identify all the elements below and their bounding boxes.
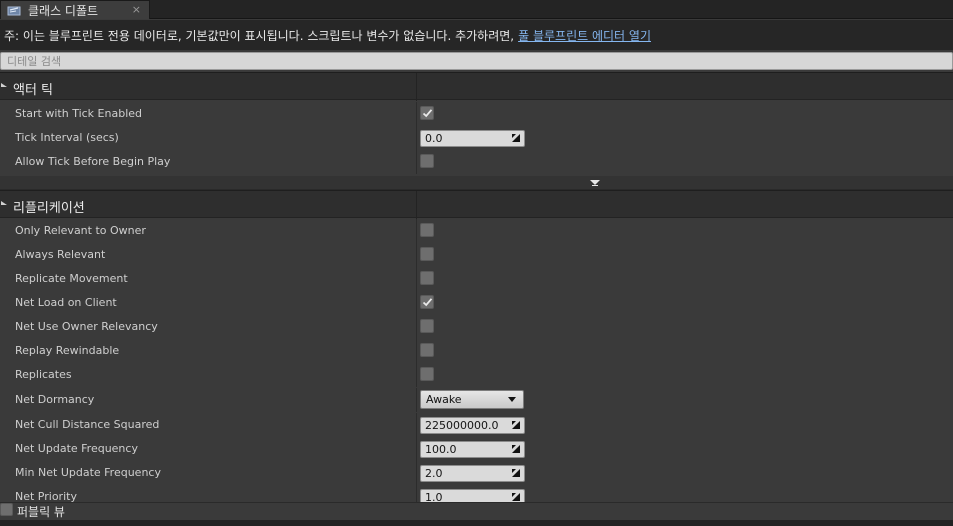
- always-relevant-checkbox[interactable]: [420, 247, 434, 261]
- blueprint-class-icon: [7, 6, 21, 15]
- property-row-replicates: Replicates: [0, 363, 953, 387]
- column-divider: [416, 388, 417, 412]
- replicate-movement-checkbox[interactable]: [420, 271, 434, 285]
- expand-advanced-icon[interactable]: [590, 179, 600, 187]
- property-row-tick-interval: Tick Interval (secs) 0.0: [0, 126, 953, 150]
- search-bar: [0, 51, 953, 71]
- bottom-bar: [0, 520, 953, 526]
- dropdown-selected-value: Awake: [426, 393, 462, 406]
- property-label: Replicates: [15, 368, 72, 381]
- notice-text: 주: 이는 블루프린트 전용 데이터로, 기본값만이 표시됩니다. 스크립트나 …: [4, 28, 515, 43]
- property-row-only-relevant-to-owner: Only Relevant to Owner: [0, 219, 953, 243]
- checkmark-icon: [422, 109, 432, 118]
- property-row-net-update-frequency: Net Update Frequency 100.0: [0, 437, 953, 461]
- drag-handle-icon[interactable]: [512, 134, 520, 142]
- min-net-update-frequency-input[interactable]: 2.0: [420, 465, 525, 482]
- checkmark-icon: [422, 298, 432, 307]
- chevron-down-icon: [508, 397, 516, 402]
- property-label: Min Net Update Frequency: [15, 466, 161, 479]
- expand-arrow-icon[interactable]: [1, 201, 7, 205]
- property-row-replicate-movement: Replicate Movement: [0, 267, 953, 291]
- column-divider: [416, 363, 417, 387]
- net-dormancy-dropdown[interactable]: Awake: [420, 390, 524, 409]
- property-label: Net Dormancy: [15, 393, 95, 406]
- drag-handle-icon[interactable]: [512, 421, 520, 429]
- input-value: 0.0: [425, 132, 443, 145]
- property-label: Replicate Movement: [15, 272, 128, 285]
- input-value: 1.0: [425, 491, 443, 502]
- column-divider: [416, 485, 417, 502]
- advanced-properties-toggle[interactable]: [0, 176, 953, 190]
- property-label: Replay Rewindable: [15, 344, 120, 357]
- property-label: Allow Tick Before Begin Play: [15, 155, 171, 168]
- column-divider: [416, 461, 417, 485]
- public-view-checkbox[interactable]: [0, 503, 13, 516]
- column-divider: [416, 126, 417, 150]
- column-divider: [416, 339, 417, 363]
- close-icon[interactable]: ×: [132, 3, 141, 16]
- allow-tick-before-begin-play-checkbox[interactable]: [420, 154, 434, 168]
- property-row-replay-rewindable: Replay Rewindable: [0, 339, 953, 363]
- drag-handle-icon[interactable]: [512, 493, 520, 501]
- column-divider: [416, 191, 417, 219]
- column-divider: [416, 267, 417, 291]
- column-divider: [416, 291, 417, 315]
- input-value: 225000000.0: [425, 419, 499, 432]
- column-divider: [416, 437, 417, 461]
- open-full-blueprint-editor-link[interactable]: 풀 블루프린트 에디터 열기: [518, 27, 651, 44]
- property-row-always-relevant: Always Relevant: [0, 243, 953, 267]
- category-actor-tick[interactable]: 액터 틱: [0, 72, 953, 101]
- title-bar: 클래스 디폴트 ×: [0, 0, 953, 19]
- property-row-net-use-owner-relevancy: Net Use Owner Relevancy: [0, 315, 953, 339]
- column-divider: [416, 102, 417, 126]
- tab-class-defaults[interactable]: 클래스 디폴트 ×: [0, 0, 150, 19]
- net-use-owner-relevancy-checkbox[interactable]: [420, 319, 434, 333]
- input-value: 2.0: [425, 467, 443, 480]
- category-replication[interactable]: 리플리케이션: [0, 190, 953, 219]
- property-label: Only Relevant to Owner: [15, 224, 146, 237]
- property-label: Net Update Frequency: [15, 442, 138, 455]
- column-divider: [416, 150, 417, 174]
- search-input[interactable]: [0, 52, 953, 70]
- property-label: Net Priority: [15, 490, 77, 502]
- column-divider: [416, 315, 417, 339]
- property-row-net-cull-distance-squared: Net Cull Distance Squared 225000000.0: [0, 413, 953, 437]
- property-row-net-priority: Net Priority 1.0: [0, 485, 953, 502]
- tab-title: 클래스 디폴트: [28, 3, 99, 18]
- property-row-net-load-on-client: Net Load on Client: [0, 291, 953, 315]
- property-row-min-net-update-frequency: Min Net Update Frequency 2.0: [0, 461, 953, 485]
- input-value: 100.0: [425, 443, 457, 456]
- category-title: 리플리케이션: [13, 201, 85, 216]
- expand-arrow-icon[interactable]: [1, 83, 7, 87]
- column-divider: [416, 243, 417, 267]
- only-relevant-to-owner-checkbox[interactable]: [420, 223, 434, 237]
- property-row-start-with-tick-enabled: Start with Tick Enabled: [0, 102, 953, 126]
- blueprint-data-only-notice: 주: 이는 블루프린트 전용 데이터로, 기본값만이 표시됩니다. 스크립트나 …: [0, 20, 953, 50]
- net-update-frequency-input[interactable]: 100.0: [420, 441, 525, 458]
- property-label: Net Use Owner Relevancy: [15, 320, 158, 333]
- drag-handle-icon[interactable]: [512, 445, 520, 453]
- replicates-checkbox[interactable]: [420, 367, 434, 381]
- tick-interval-input[interactable]: 0.0: [420, 130, 525, 147]
- property-row-net-dormancy: Net Dormancy Awake: [0, 388, 953, 412]
- drag-handle-icon[interactable]: [512, 469, 520, 477]
- property-label: Net Cull Distance Squared: [15, 418, 160, 431]
- net-cull-distance-squared-input[interactable]: 225000000.0: [420, 417, 525, 434]
- details-footer: 퍼블릭 뷰: [0, 502, 953, 526]
- net-priority-input[interactable]: 1.0: [420, 489, 525, 502]
- property-row-allow-tick-before-begin-play: Allow Tick Before Begin Play: [0, 150, 953, 174]
- property-label: Tick Interval (secs): [15, 131, 119, 144]
- column-divider: [416, 219, 417, 243]
- details-panel[interactable]: 액터 틱 Start with Tick Enabled Tick Interv…: [0, 72, 953, 502]
- category-title: 액터 틱: [13, 83, 54, 98]
- public-view-label: 퍼블릭 뷰: [17, 505, 65, 519]
- net-load-on-client-checkbox[interactable]: [420, 295, 434, 309]
- replay-rewindable-checkbox[interactable]: [420, 343, 434, 357]
- property-label: Net Load on Client: [15, 296, 117, 309]
- column-divider: [416, 413, 417, 437]
- column-divider: [416, 73, 417, 101]
- property-label: Always Relevant: [15, 248, 106, 261]
- start-with-tick-enabled-checkbox[interactable]: [420, 106, 434, 120]
- property-label: Start with Tick Enabled: [15, 107, 143, 120]
